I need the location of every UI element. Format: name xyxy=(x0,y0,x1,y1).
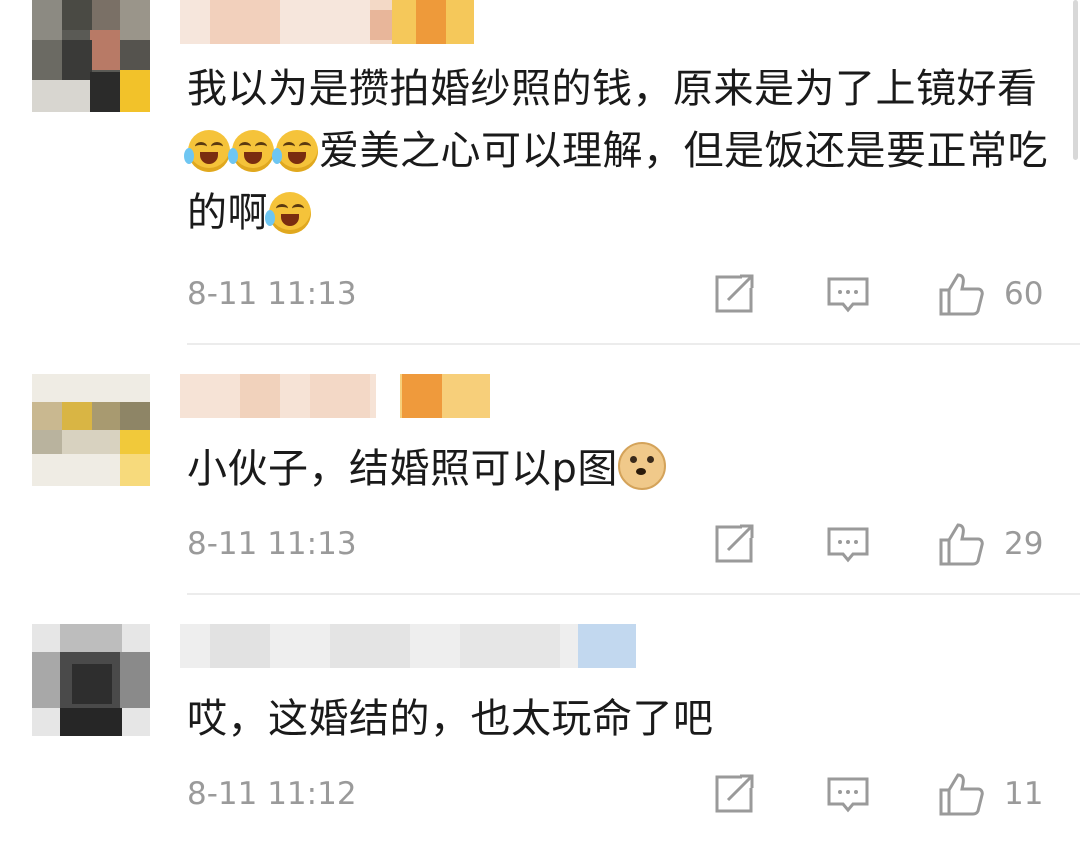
scrollbar[interactable] xyxy=(1073,0,1078,160)
share-button[interactable] xyxy=(712,274,756,314)
reply-button[interactable] xyxy=(826,526,870,566)
comment-text: 我以为是攒拍婚纱照的钱，原来是为了上镜好看 爱美之心可以理解，但是饭还是要正常吃的… xyxy=(184,58,1052,244)
comment-icon xyxy=(827,777,869,813)
divider xyxy=(187,343,1080,345)
comment-text: 小伙子，结婚照可以p图 xyxy=(187,438,1052,500)
reply-button[interactable] xyxy=(826,776,870,816)
like-button[interactable] xyxy=(938,522,984,566)
like-button[interactable] xyxy=(938,272,984,316)
laugh-cry-emoji xyxy=(265,192,311,234)
laugh-cry-emoji xyxy=(272,130,318,172)
like-button[interactable] xyxy=(938,772,984,816)
thumbs-up-icon xyxy=(939,273,984,316)
comment-time: 8-11 11:12 xyxy=(187,776,357,812)
share-button[interactable] xyxy=(712,774,756,814)
share-icon xyxy=(715,274,754,313)
share-icon xyxy=(715,774,754,813)
laugh-cry-emoji xyxy=(228,130,274,172)
doge-emoji xyxy=(617,442,666,490)
comment-icon xyxy=(827,527,869,563)
comment-time: 8-11 11:13 xyxy=(187,526,357,562)
share-button[interactable] xyxy=(712,524,756,564)
divider xyxy=(187,593,1080,595)
reply-button[interactable] xyxy=(826,276,870,316)
share-icon xyxy=(715,524,754,563)
comment-time: 8-11 11:13 xyxy=(187,276,357,312)
comment-icon xyxy=(827,277,869,313)
like-count: 60 xyxy=(1004,276,1044,312)
like-count: 29 xyxy=(1004,526,1044,562)
thumbs-up-icon xyxy=(939,773,984,816)
like-count: 11 xyxy=(1004,776,1044,812)
avatar[interactable] xyxy=(32,374,150,486)
comment-text: 哎，这婚结的，也太玩命了吧 xyxy=(187,696,714,742)
avatar[interactable] xyxy=(32,0,150,112)
avatar[interactable] xyxy=(32,624,150,736)
thumbs-up-icon xyxy=(939,523,984,566)
laugh-cry-emoji xyxy=(184,130,230,172)
